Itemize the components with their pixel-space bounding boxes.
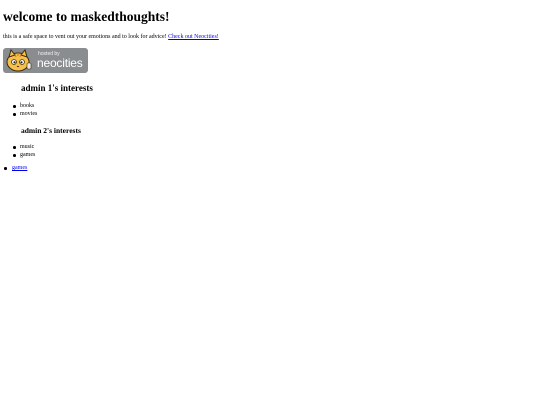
admin1-interests-list: books movies: [12, 102, 38, 118]
admin2-interests-list: music games: [12, 143, 36, 159]
bottom-nav-list: games: [3, 164, 27, 172]
admin1-interests-heading: admin 1's interests: [21, 83, 93, 93]
page-title: welcome to maskedthoughts!: [3, 9, 170, 24]
neocities-cat-icon: [6, 48, 32, 72]
intro-paragraph: this is a safe space to vent out your em…: [3, 33, 219, 41]
list-item: music: [12, 144, 35, 150]
neocities-link[interactable]: Check out Neocities!: [168, 34, 219, 40]
list-item: games: [12, 152, 36, 158]
games-link[interactable]: games: [12, 165, 27, 171]
nav-item: games: [3, 164, 27, 172]
admin2-interests-heading: admin 2's interests: [21, 126, 81, 135]
hosted-by-neocities-badge[interactable]: hosted by neocities: [3, 48, 88, 73]
list-item: movies: [12, 111, 38, 117]
page: welcome to maskedthoughts! this is a saf…: [0, 0, 540, 405]
intro-text: this is a safe space to vent out your em…: [3, 34, 167, 40]
badge-brand-text: neocities: [37, 56, 83, 70]
list-item: books: [12, 102, 37, 110]
